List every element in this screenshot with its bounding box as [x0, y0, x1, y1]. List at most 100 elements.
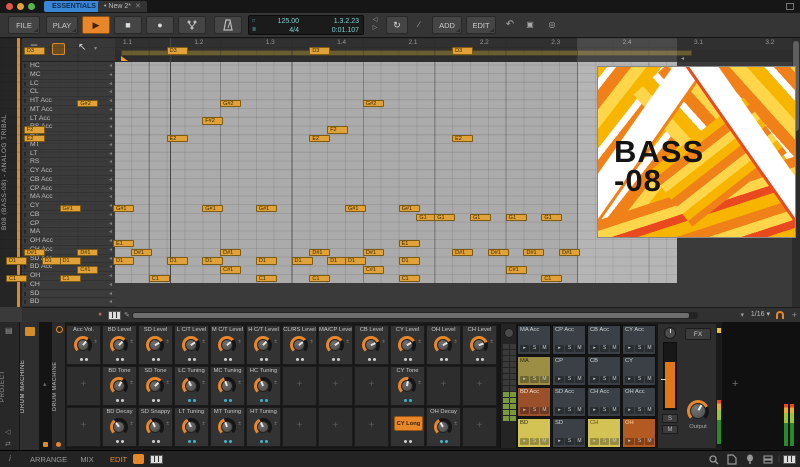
edit-menu-button[interactable]: EDIT — [466, 16, 496, 34]
fx-button[interactable]: FX — [685, 328, 711, 340]
record-button[interactable]: ● — [146, 16, 174, 34]
note-event[interactable]: D1 — [166, 257, 188, 265]
note-event[interactable]: D#1 — [77, 248, 99, 257]
macro-knob[interactable] — [470, 336, 488, 354]
macro-knob[interactable] — [110, 336, 128, 354]
macro-knob[interactable] — [110, 418, 128, 436]
macro-knob[interactable] — [218, 418, 236, 436]
drum-lane-row[interactable]: SD ◂ — [22, 290, 115, 299]
macro-cell-hc-tuning[interactable]: HC Tuning ± — [246, 366, 281, 406]
close-tab-icon[interactable]: ✕ — [135, 3, 141, 10]
empty-macro-cell[interactable]: + — [426, 366, 461, 406]
drum-pad-ma[interactable]: MA ▸ S M — [517, 356, 551, 386]
pad-play-button[interactable]: ▸ — [625, 376, 634, 383]
note-event[interactable]: C1 — [309, 274, 331, 283]
note-event[interactable]: C#1 — [505, 266, 527, 274]
punch-in-out-icons[interactable]: ◁ ▷ — [368, 16, 382, 34]
drum-pad-ma-acc[interactable]: MA Acc ▸ S M — [517, 325, 551, 355]
knob-spinner-icon[interactable]: ± — [490, 340, 493, 345]
macro-knob[interactable] — [182, 336, 200, 354]
horizontal-scrollbar-thumb[interactable] — [133, 313, 689, 318]
note-event[interactable]: D#1 — [523, 248, 545, 257]
pad-solo-button[interactable]: S — [635, 438, 644, 445]
pad-mute-button[interactable]: M — [540, 376, 549, 383]
undo-icon[interactable]: ↶ — [502, 16, 518, 34]
knob-spinner-icon[interactable]: ± — [418, 381, 421, 386]
pad-solo-button[interactable]: S — [530, 438, 539, 445]
pad-play-button[interactable]: ▸ — [555, 345, 564, 352]
macro-knob[interactable] — [254, 418, 272, 436]
macro-knob[interactable] — [110, 377, 128, 395]
modulation-indicator[interactable] — [103, 358, 136, 361]
note-event[interactable]: D3 — [166, 47, 188, 55]
modulation-indicator[interactable] — [67, 358, 100, 361]
browser-icon[interactable]: ▤ — [5, 326, 13, 335]
knob-spinner-icon[interactable]: ± — [130, 340, 133, 345]
macro-knob[interactable] — [182, 418, 200, 436]
loop-end-handle[interactable]: ◂ — [681, 55, 684, 62]
pad-key-cell[interactable] — [503, 368, 509, 373]
modulation-indicator[interactable] — [103, 399, 136, 402]
pad-mute-button[interactable]: M — [645, 376, 654, 383]
pad-mute-button[interactable]: M — [610, 438, 619, 445]
pad-mute-button[interactable]: M — [540, 345, 549, 352]
pad-key-cell[interactable] — [503, 416, 509, 421]
note-event[interactable]: D1 — [345, 257, 367, 265]
modulation-indicator[interactable] — [247, 358, 280, 361]
note-event[interactable]: G1 — [505, 213, 527, 222]
automation-follow-icon[interactable] — [178, 16, 206, 34]
view-button-mix[interactable]: MIX — [80, 455, 93, 464]
add-mapping-icon[interactable]: + — [355, 420, 388, 431]
modulation-indicator[interactable] — [463, 358, 496, 361]
drum-pad-cp[interactable]: CP ▸ S M — [552, 356, 586, 386]
note-event[interactable]: D#1 — [452, 248, 474, 257]
empty-macro-cell[interactable]: + — [462, 407, 497, 447]
pad-key-cell[interactable] — [503, 386, 509, 391]
window-layout-icon[interactable] — [786, 3, 794, 10]
knob-spinner-icon[interactable]: ± — [130, 381, 133, 386]
add-mapping-icon[interactable]: + — [463, 420, 496, 431]
macro-cell-h-c-t-level[interactable]: H C/T Level ± — [246, 325, 281, 365]
pad-solo-button[interactable]: S — [565, 345, 574, 352]
pad-key-cell[interactable] — [503, 350, 509, 355]
modulation-indicator[interactable] — [391, 399, 424, 402]
add-mapping-icon[interactable]: + — [67, 420, 100, 431]
pad-play-button[interactable]: ▸ — [520, 407, 529, 414]
remote-controls-icon[interactable] — [56, 442, 61, 447]
virtual-keyboard-icon[interactable] — [783, 455, 796, 464]
modulation-indicator[interactable] — [103, 440, 136, 443]
pad-mute-button[interactable]: M — [610, 407, 619, 414]
pad-mute-button[interactable]: M — [575, 438, 584, 445]
pad-solo-button[interactable]: S — [600, 438, 609, 445]
note-event[interactable]: D1 — [113, 257, 135, 265]
macro-cell-lt-tuning[interactable]: LT Tuning ± — [174, 407, 209, 447]
modulation-indicator[interactable] — [139, 358, 172, 361]
note-event[interactable]: G#1 — [113, 204, 135, 213]
pad-key-cell[interactable] — [503, 410, 509, 415]
add-mapping-icon[interactable]: + — [283, 420, 316, 431]
pad-mute-button[interactable]: M — [575, 407, 584, 414]
note-event[interactable]: G#1 — [202, 204, 224, 213]
play-menu-button[interactable]: PLAY — [46, 16, 78, 34]
empty-macro-cell[interactable]: + — [318, 366, 353, 406]
macro-cell-mc-tuning[interactable]: MC Tuning ± — [210, 366, 245, 406]
note-event[interactable]: E2 — [452, 134, 474, 143]
piano-roll-icon[interactable] — [150, 455, 163, 464]
macro-knob[interactable] — [218, 336, 236, 354]
pad-mute-button[interactable]: M — [610, 376, 619, 383]
modulation-indicator[interactable] — [139, 440, 172, 443]
note-event[interactable]: C1 — [255, 274, 277, 283]
macro-knob[interactable] — [254, 377, 272, 395]
pad-mute-button[interactable]: M — [645, 345, 654, 352]
pad-key-cell[interactable] — [503, 380, 509, 385]
fill-toggle-icon[interactable]: ∕ — [412, 16, 426, 34]
modulation-indicator[interactable] — [319, 358, 352, 361]
empty-macro-cell[interactable]: + — [282, 366, 317, 406]
device-power-icon[interactable] — [56, 326, 63, 333]
pad-play-button[interactable]: ▸ — [590, 345, 599, 352]
macro-cell-cy-tone[interactable]: CY Tone ± — [390, 366, 425, 406]
pad-solo-button[interactable]: S — [635, 345, 644, 352]
note-event[interactable]: F#2 — [202, 117, 224, 125]
drum-pad-cb-acc[interactable]: CB Acc ▸ S M — [587, 325, 621, 355]
modulation-indicator[interactable] — [211, 440, 244, 443]
